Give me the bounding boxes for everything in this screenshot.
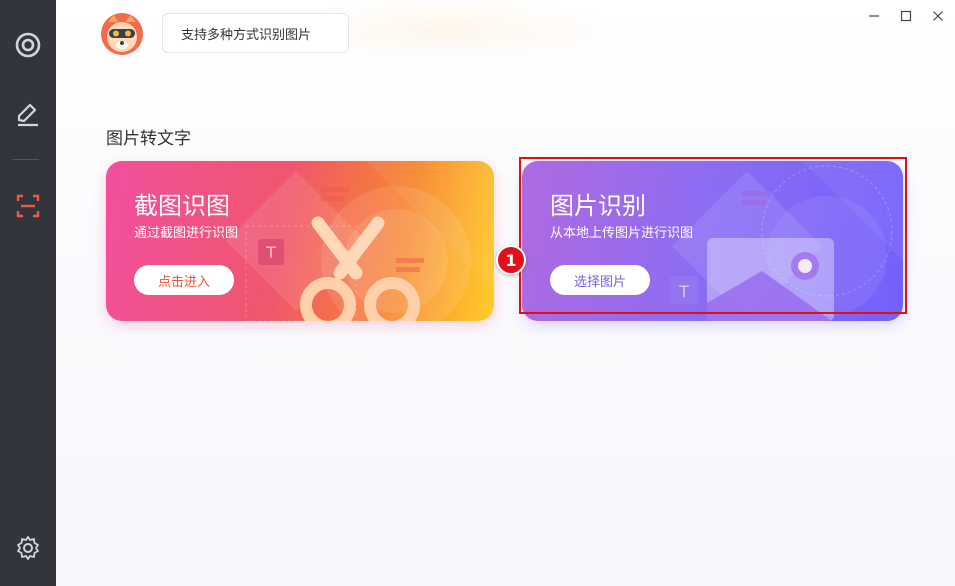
- sidebar-item-scan[interactable]: [10, 188, 46, 224]
- step-badge: 1: [496, 245, 526, 275]
- highlight-box: [519, 157, 907, 314]
- card-title: 截图识图: [134, 192, 230, 220]
- scan-icon: [16, 194, 40, 218]
- screenshot-recognize-card[interactable]: T 截图识图 通过截图进行识图 点击进入: [106, 161, 494, 321]
- edit-icon: [17, 103, 38, 127]
- settings-button[interactable]: [10, 530, 46, 566]
- target-icon: [15, 32, 41, 58]
- tip-bubble: 支持多种方式识别图片: [162, 13, 349, 53]
- mascot-avatar: [101, 13, 143, 55]
- sidebar: [0, 0, 56, 586]
- gear-icon: [17, 536, 39, 560]
- sidebar-item-target[interactable]: [10, 27, 46, 63]
- card-subtitle: 通过截图进行识图: [134, 226, 239, 241]
- minimize-button[interactable]: [864, 6, 884, 26]
- maximize-icon: [900, 10, 912, 22]
- scissors-icon: T: [226, 161, 494, 321]
- close-button[interactable]: [928, 6, 948, 26]
- maximize-button[interactable]: [896, 6, 916, 26]
- minimize-icon: [869, 15, 879, 17]
- sidebar-divider: [12, 159, 39, 160]
- close-icon: [933, 11, 943, 21]
- svg-text:T: T: [265, 243, 276, 262]
- enter-button[interactable]: 点击进入: [134, 265, 234, 295]
- section-title: 图片转文字: [106, 129, 191, 149]
- tip-text: 支持多种方式识别图片: [181, 27, 312, 43]
- main-area: 支持多种方式识别图片 图片转文字 T 截图识图 通过截图进行识图 点击进入 T …: [56, 0, 955, 586]
- sidebar-item-edit[interactable]: [10, 96, 46, 132]
